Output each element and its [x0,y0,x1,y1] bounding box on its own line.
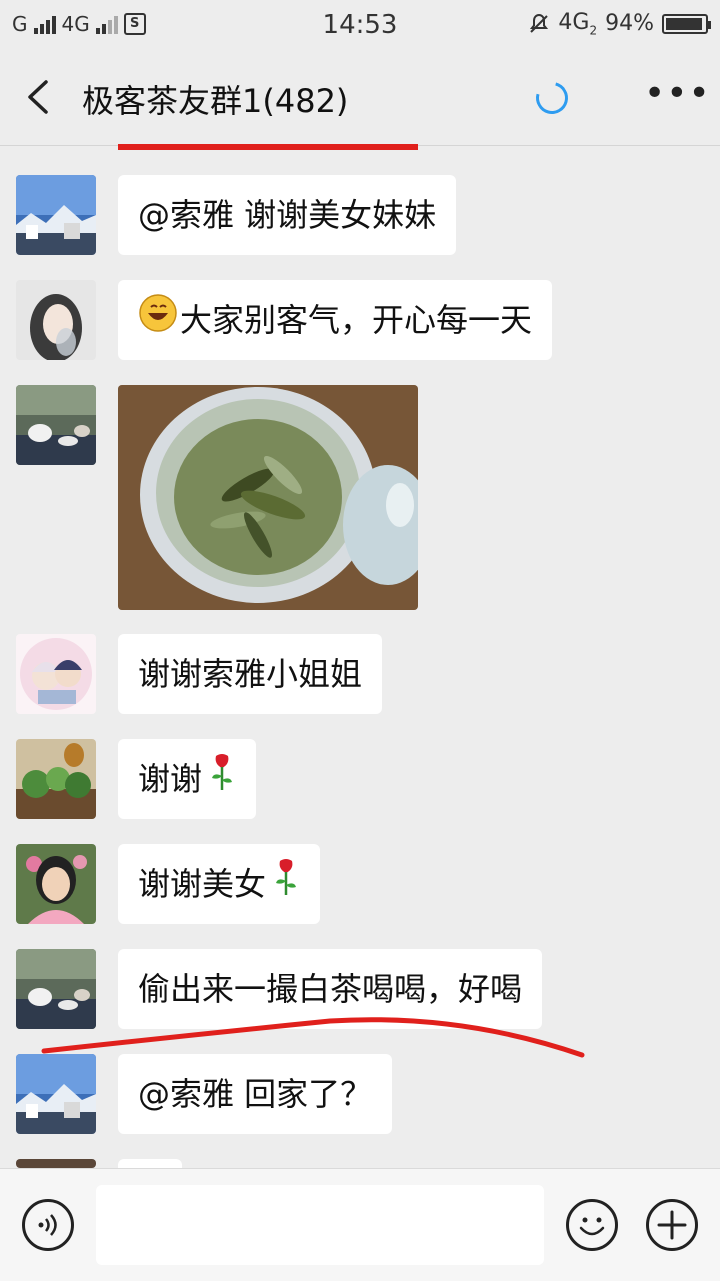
refresh-icon[interactable] [530,76,574,120]
tea-cup-photo[interactable] [118,385,418,610]
emoji-icon[interactable] [566,1199,618,1251]
woman-avatar[interactable] [16,844,96,924]
message-bubble[interactable]: 大家别客气，开心每一天 [118,280,553,362]
girl-avatar[interactable] [16,280,96,360]
battery-percent: 94% [605,11,654,37]
title-bar: 极客茶友群1(482) ••• [0,50,720,146]
status-right: 4G2 94% [528,10,711,37]
network2-text: 4G [558,10,590,35]
message-text: @索雅 谢谢美女妹妹 [138,196,437,234]
message-text: @索雅 回家了？ [138,1075,373,1113]
landscape-avatar[interactable] [16,175,96,255]
rose-emoji [208,741,236,821]
chat-title[interactable]: 极客茶友群1(482) [82,76,348,122]
message-bubble[interactable]: 谢谢美女 [118,844,321,926]
network2-sub: 2 [589,23,598,38]
landscape-avatar[interactable] [16,1054,96,1134]
partial-bubble[interactable] [118,1159,182,1168]
input-bar [0,1168,720,1281]
anime-avatar[interactable] [16,634,96,714]
battery-icon [662,13,711,34]
network-label-2: 4G2 [558,10,597,37]
message-bubble[interactable]: 谢谢 [118,739,257,821]
message-input[interactable] [96,1185,544,1265]
tea-avatar[interactable] [16,385,96,465]
message-bubble[interactable]: @索雅 回家了？ [118,1054,393,1134]
chevron-left-icon[interactable] [24,80,54,114]
message-text: 谢谢索雅小姐姐 [138,655,363,693]
message-bubble[interactable]: 谢谢索雅小姐姐 [118,634,383,714]
mute-icon [530,13,549,33]
more-icon[interactable]: ••• [644,76,711,112]
grinning-face-emoji [138,282,178,362]
annotation-underline [118,144,418,150]
message-text: 谢谢 [138,760,203,798]
message-text: 大家别客气，开心每一天 [180,301,533,339]
plant-avatar[interactable] [16,739,96,819]
plus-icon[interactable] [646,1199,698,1251]
voice-icon[interactable] [22,1199,74,1251]
rose-emoji [272,846,300,926]
partial-avatar[interactable] [16,1159,96,1168]
battery-fill [666,17,702,30]
status-bar: G 4G S 14:53 4G2 94% [0,0,720,50]
message-text: 谢谢美女 [138,865,267,903]
message-text: 偷出来一撮白茶喝喝，好喝 [138,970,523,1008]
message-bubble[interactable]: @索雅 谢谢美女妹妹 [118,175,457,255]
